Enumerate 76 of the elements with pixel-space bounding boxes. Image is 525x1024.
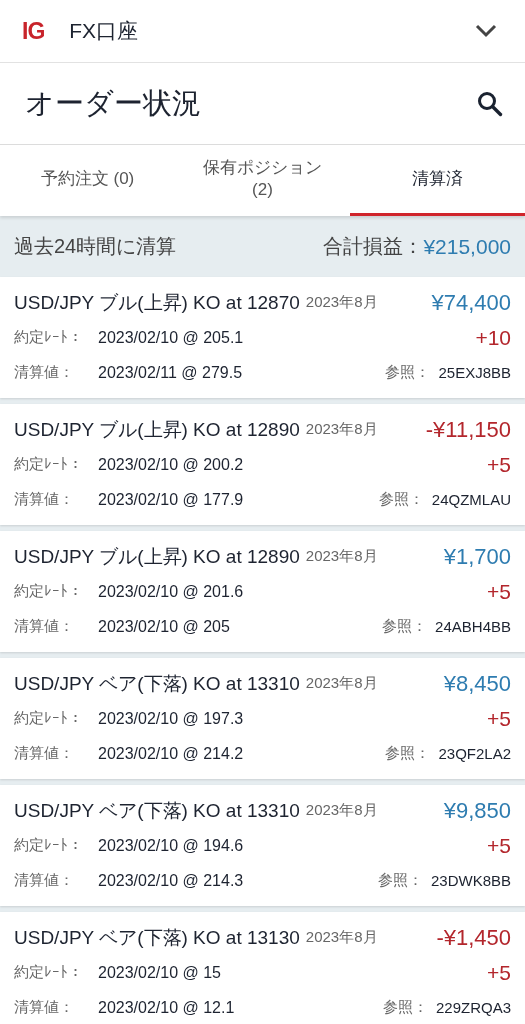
expiry: 2023年8月: [305, 801, 379, 820]
trade-card[interactable]: USD/JPY ベア(下落) KO at 13310 2023年8月 ¥9,850 約定ﾚｰﾄ： 2023/02/10 @ 194.6 +5 清算値： 2023/02/10 @ 214.3 参照： 23DWK8BB: [0, 785, 525, 906]
field-value: 2023/02/10 @ 205.1: [98, 328, 245, 347]
trade-title: USD/JPY ベア(下落) KO at 13130: [14, 925, 300, 950]
field-label: 参照：: [378, 490, 424, 509]
summary-label: 過去24時間に清算: [14, 234, 178, 259]
expiry: 2023年8月: [305, 674, 379, 693]
trade-title: USD/JPY ベア(下落) KO at 13310: [14, 671, 300, 696]
trade-card[interactable]: USD/JPY ベア(下落) KO at 13310 2023年8月 ¥8,450 約定ﾚｰﾄ： 2023/02/10 @ 197.3 +5 清算値： 2023/02/10 @ 214.2 参照： 23QF2LA2: [0, 658, 525, 779]
field-label: 参照：: [382, 617, 428, 636]
field-value: 2023/02/11 @ 279.5: [98, 363, 244, 382]
field-label: 約定ﾚｰﾄ：: [14, 709, 84, 728]
field-label: 約定ﾚｰﾄ：: [14, 963, 84, 982]
chevron-down-icon[interactable]: [475, 24, 497, 38]
reference-id: 23QF2LA2: [438, 745, 511, 762]
trade-title: USD/JPY ブル(上昇) KO at 12890: [14, 417, 300, 442]
profit-loss: -¥11,150: [425, 416, 511, 443]
trade-card[interactable]: USD/JPY ブル(上昇) KO at 12890 2023年8月 ¥1,700 約定ﾚｰﾄ： 2023/02/10 @ 201.6 +5 清算値： 2023/02/10 @ 205 参照： 24ABH4BB: [0, 531, 525, 652]
expiry: 2023年8月: [305, 547, 379, 566]
field-label: 約定ﾚｰﾄ：: [14, 455, 84, 474]
search-icon[interactable]: [477, 90, 503, 117]
field-value: 2023/02/10 @ 205: [98, 617, 231, 636]
trade-title: USD/JPY ベア(下落) KO at 13310: [14, 798, 300, 823]
field-label: 清算値：: [14, 490, 75, 509]
field-value: 2023/02/10 @ 200.2: [98, 455, 245, 474]
logo: IG: [22, 17, 45, 45]
profit-loss: ¥9,850: [443, 797, 511, 824]
field-label: 約定ﾚｰﾄ：: [14, 582, 84, 601]
quantity: +5: [487, 960, 511, 985]
expiry: 2023年8月: [305, 928, 379, 947]
profit-loss: ¥1,700: [443, 543, 511, 570]
field-label: 清算値：: [14, 744, 75, 763]
field-value: 2023/02/10 @ 12.1: [98, 998, 236, 1017]
profit-loss: ¥74,400: [431, 289, 511, 316]
field-label: 参照：: [385, 363, 431, 382]
reference-id: 229ZRQA3: [435, 999, 511, 1016]
field-label: 参照：: [377, 871, 423, 890]
field-value: 2023/02/10 @ 15: [98, 963, 222, 982]
profit-loss: -¥1,450: [436, 924, 511, 951]
expiry: 2023年8月: [305, 420, 379, 439]
field-value: 2023/02/10 @ 197.3: [98, 709, 245, 728]
trade-title: USD/JPY ブル(上昇) KO at 12870: [14, 290, 300, 315]
quantity: +5: [487, 706, 511, 731]
trade-card[interactable]: USD/JPY ベア(下落) KO at 13130 2023年8月 -¥1,450 約定ﾚｰﾄ： 2023/02/10 @ 15 +5 清算値： 2023/02/10 @ 12.1 参照： 229ZRQA3: [0, 912, 525, 1024]
expiry: 2023年8月: [305, 293, 379, 312]
field-value: 2023/02/10 @ 214.2: [98, 744, 245, 763]
field-label: 約定ﾚｰﾄ：: [14, 328, 84, 347]
reference-id: 25EXJ8BB: [438, 364, 511, 381]
field-value: 2023/02/10 @ 214.3: [98, 871, 245, 890]
tab[interactable]: 予約注文 (0): [0, 145, 175, 216]
profit-loss: ¥8,450: [443, 670, 511, 697]
trade-card[interactable]: USD/JPY ブル(上昇) KO at 12890 2023年8月 -¥11,150 約定ﾚｰﾄ： 2023/02/10 @ 200.2 +5 清算値： 2023/02/10 @ 177.9 参照： 24QZMLAU: [0, 404, 525, 525]
reference-id: 24QZMLAU: [431, 491, 511, 508]
field-label: 参照：: [385, 744, 431, 763]
field-value: 2023/02/10 @ 194.6: [98, 836, 245, 855]
reference-id: 24ABH4BB: [435, 618, 511, 635]
account-name: FX口座: [69, 18, 140, 44]
field-value: 2023/02/10 @ 177.9: [98, 490, 245, 509]
quantity: +5: [487, 833, 511, 858]
quantity: +10: [475, 325, 511, 350]
field-label: 約定ﾚｰﾄ：: [14, 836, 84, 855]
field-value: 2023/02/10 @ 201.6: [98, 582, 245, 601]
field-label: 参照：: [382, 998, 428, 1017]
field-label: 清算値：: [14, 363, 75, 382]
field-label: 清算値：: [14, 871, 75, 890]
trade-card[interactable]: USD/JPY ブル(上昇) KO at 12870 2023年8月 ¥74,400 約定ﾚｰﾄ： 2023/02/10 @ 205.1 +10 清算値： 2023/02/11 @ 279.5 参照： 25EXJ8BB: [0, 277, 525, 398]
quantity: +5: [487, 579, 511, 604]
field-label: 清算値：: [14, 998, 75, 1017]
page-title: オーダー状況: [25, 85, 201, 121]
field-label: 清算値：: [14, 617, 75, 636]
tab[interactable]: 保有ポジション (2): [175, 145, 350, 216]
total-amount: ¥215,000: [423, 234, 511, 259]
trade-title: USD/JPY ブル(上昇) KO at 12890: [14, 544, 300, 569]
quantity: +5: [487, 452, 511, 477]
total-label: 合計損益：: [323, 234, 424, 259]
reference-id: 23DWK8BB: [430, 872, 511, 889]
